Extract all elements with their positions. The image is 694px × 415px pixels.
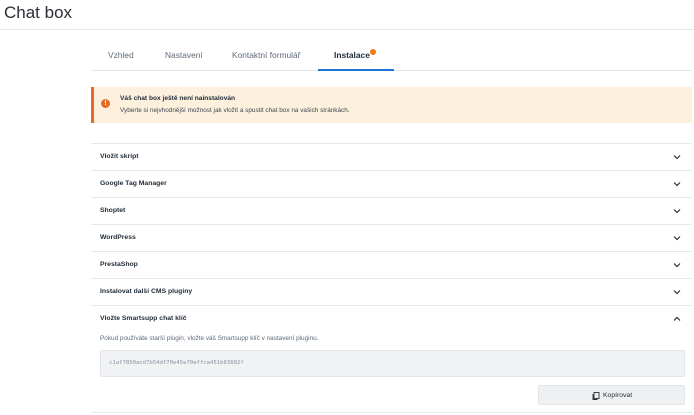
copy-button[interactable]: Kopírovat [538,385,685,405]
alert-text: Vyberte si nejvhodnější možnost jak vlož… [120,107,350,114]
accordion-item-google-tag-manager[interactable]: Google Tag Manager [91,170,692,197]
tab-nastaveni[interactable]: Nastavení [165,50,203,60]
accordion-item-label: Shoptet [100,207,126,214]
accordion-item-dalsi-cms-pluginy[interactable]: Instalovat další CMS pluginy [91,278,692,305]
accordion-item-prestashop[interactable]: PrestaShop [91,251,692,278]
copy-button-label: Kopírovat [603,392,633,399]
chevron-down-icon [673,263,681,268]
tab-vzhled[interactable]: Vzhled [108,50,134,60]
active-tab-indicator [318,69,394,71]
tab-instalace-badge [370,49,376,55]
chevron-down-icon [673,182,681,187]
accordion-item-label: Vložte Smartsupp chat klíč [100,315,187,322]
smartsupp-key-help-text: Pokud používáte starší plugin, vložte vá… [100,335,319,342]
install-warning-alert: ! Váš chat box ještě není nainstalován V… [91,87,692,123]
tab-bar: Vzhled Nastavení Kontaktní formulář Inst… [91,40,692,71]
copy-icon [592,392,600,400]
header-divider [0,29,694,30]
alert-title: Váš chat box ještě není nainstalován [120,95,236,102]
accordion-item-smartsupp-klic[interactable]: Vložte Smartsupp chat klíč [91,305,692,332]
chevron-down-icon [673,209,681,214]
smartsupp-key-field[interactable]: c1af7850acd7b54df70e45e70effca451b83682f [100,350,685,377]
tab-kontaktni-formular[interactable]: Kontaktní formulář [232,50,300,60]
accordion-item-wordpress[interactable]: WordPress [91,224,692,251]
accordion-item-label: WordPress [100,234,136,241]
chevron-down-icon [673,155,681,160]
accordion-item-label: Google Tag Manager [100,180,167,187]
accordion-item-label: Vložit skript [100,153,139,160]
accordion-item-label: PrestaShop [100,261,138,268]
accordion-item-vlozit-skript[interactable]: Vložit skript [91,143,692,170]
accordion-bottom-divider [91,412,692,413]
chevron-up-icon [673,316,681,321]
chevron-down-icon [673,290,681,295]
accordion-item-shoptet[interactable]: Shoptet [91,197,692,224]
accordion-item-label: Instalovat další CMS pluginy [100,288,193,295]
exclamation-icon: ! [101,99,110,108]
smartsupp-key-value: c1af7850acd7b54df70e45e70effca451b83682f [109,360,244,366]
tab-instalace[interactable]: Instalace [334,50,370,60]
page-title: Chat box [4,3,73,22]
chevron-down-icon [673,236,681,241]
